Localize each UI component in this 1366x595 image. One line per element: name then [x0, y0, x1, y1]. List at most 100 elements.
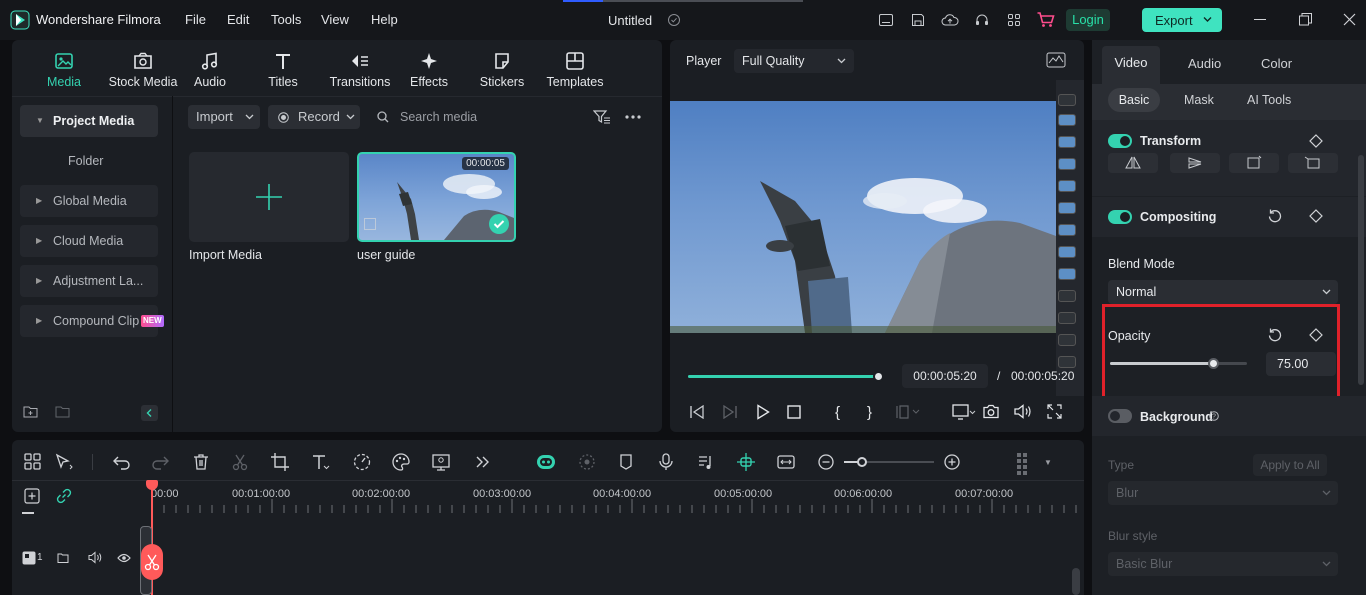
- frame-marker[interactable]: [1058, 312, 1076, 324]
- play-icon[interactable]: [756, 404, 770, 420]
- sidebar-item-compound-clip[interactable]: ▶ Compound Clip NEW: [20, 305, 164, 337]
- opacity-slider-knob[interactable]: [1207, 358, 1219, 369]
- layout-options-icon[interactable]: [1014, 452, 1034, 475]
- playback-scrubber[interactable]: [873, 371, 884, 382]
- snapshot-icon[interactable]: [983, 404, 999, 419]
- insert-clip-icon[interactable]: [896, 405, 920, 419]
- crop-icon[interactable]: [270, 452, 290, 472]
- crop-button[interactable]: [1288, 153, 1338, 173]
- new-folder-icon[interactable]: [23, 405, 39, 419]
- record-dropdown[interactable]: Record: [268, 105, 360, 129]
- fullscreen-icon[interactable]: [1047, 404, 1062, 419]
- keyframe-diamond-icon[interactable]: [1309, 134, 1323, 148]
- video-preview[interactable]: [670, 101, 1056, 333]
- login-button[interactable]: Login: [1066, 9, 1110, 31]
- subtab-ai-tools[interactable]: AI Tools: [1247, 93, 1291, 107]
- frame-marker[interactable]: [1058, 180, 1076, 192]
- project-title[interactable]: Untitled: [608, 13, 652, 28]
- menu-view[interactable]: View: [321, 12, 349, 27]
- layout-icon[interactable]: [878, 12, 894, 28]
- color-palette-icon[interactable]: [391, 452, 411, 472]
- import-dropdown[interactable]: Import: [188, 105, 260, 129]
- tab-templates[interactable]: Templates: [540, 46, 610, 94]
- restore-button[interactable]: [1299, 13, 1312, 26]
- panel-scrollbar[interactable]: [1358, 155, 1364, 385]
- tab-stock-media[interactable]: Stock Media: [102, 46, 184, 94]
- more-tools-icon[interactable]: [472, 452, 492, 472]
- zoom-out-icon[interactable]: [816, 452, 836, 472]
- ai-portrait-icon[interactable]: [431, 452, 451, 472]
- frame-marker[interactable]: [1058, 94, 1076, 106]
- mark-in-icon[interactable]: {: [835, 404, 840, 421]
- clip-thumbnail[interactable]: 00:00:05: [357, 152, 516, 242]
- tab-media[interactable]: Media: [29, 46, 99, 94]
- sidebar-item-project-media[interactable]: ▼ Project Media: [20, 105, 158, 137]
- tab-titles[interactable]: Titles: [248, 46, 318, 94]
- blur-style-dropdown[interactable]: Basic Blur: [1108, 552, 1338, 576]
- waveform-monitor-icon[interactable]: [1046, 52, 1066, 68]
- subtab-basic[interactable]: Basic: [1108, 88, 1160, 112]
- sidebar-item-cloud-media[interactable]: ▶ Cloud Media: [20, 225, 158, 257]
- tab-stickers[interactable]: Stickers: [467, 46, 537, 94]
- frame-marker[interactable]: [1058, 114, 1076, 126]
- export-button[interactable]: Export: [1142, 8, 1222, 32]
- sidebar-item-global-media[interactable]: ▶ Global Media: [20, 185, 158, 217]
- display-settings-icon[interactable]: [952, 404, 976, 420]
- save-icon[interactable]: [910, 12, 926, 28]
- caret-down-icon[interactable]: ▼: [1044, 458, 1052, 467]
- tab-audio[interactable]: Audio: [175, 46, 245, 94]
- current-time-display[interactable]: 00:00:05:20: [902, 364, 988, 388]
- more-options-icon[interactable]: [625, 115, 641, 119]
- tab-audio[interactable]: Audio: [1188, 56, 1221, 71]
- add-track-icon[interactable]: [24, 488, 40, 504]
- ai-robot-icon[interactable]: [536, 452, 556, 472]
- close-button[interactable]: [1343, 13, 1356, 26]
- layout-grid-icon[interactable]: [23, 452, 43, 472]
- zoom-in-icon[interactable]: [942, 452, 962, 472]
- microphone-icon[interactable]: [656, 452, 676, 472]
- snap-icon[interactable]: [736, 452, 756, 472]
- opacity-value-input[interactable]: 75.00: [1266, 352, 1336, 376]
- cart-icon[interactable]: [1036, 11, 1056, 29]
- cloud-upload-icon[interactable]: [941, 12, 959, 28]
- opacity-slider[interactable]: [1110, 358, 1247, 369]
- zoom-slider-knob[interactable]: [857, 457, 867, 467]
- folder-icon[interactable]: [55, 405, 71, 419]
- select-tool-icon[interactable]: [54, 452, 74, 472]
- import-media-tile[interactable]: [189, 152, 349, 242]
- menu-file[interactable]: File: [185, 12, 206, 27]
- help-icon[interactable]: ?: [1209, 411, 1219, 421]
- frame-marker[interactable]: [1058, 136, 1076, 148]
- tab-transitions[interactable]: Transitions: [320, 46, 400, 94]
- timeline-scrollbar[interactable]: [1072, 568, 1080, 595]
- tab-video[interactable]: Video: [1102, 46, 1160, 84]
- apps-grid-icon[interactable]: [1006, 12, 1022, 28]
- sidebar-item-folder[interactable]: Folder: [68, 154, 103, 168]
- keyframe-diamond-icon[interactable]: [1309, 209, 1323, 223]
- speed-icon[interactable]: [352, 452, 372, 472]
- stop-icon[interactable]: [787, 405, 801, 419]
- undo-icon[interactable]: [112, 452, 132, 472]
- playback-progress-track[interactable]: [688, 371, 884, 382]
- volume-icon[interactable]: [1014, 404, 1032, 419]
- marker-icon[interactable]: [616, 452, 636, 472]
- text-tool-icon[interactable]: [310, 452, 330, 472]
- frame-marker[interactable]: [1058, 334, 1076, 346]
- menu-help[interactable]: Help: [371, 12, 398, 27]
- frame-marker[interactable]: [1058, 202, 1076, 214]
- flip-horizontal-button[interactable]: [1108, 153, 1158, 173]
- search-input[interactable]: Search media: [400, 110, 550, 124]
- type-dropdown[interactable]: Blur: [1108, 481, 1338, 505]
- transform-toggle[interactable]: [1108, 134, 1132, 148]
- flip-vertical-button[interactable]: [1170, 153, 1220, 173]
- quality-dropdown[interactable]: Full Quality: [734, 49, 854, 73]
- redo-icon[interactable]: [150, 452, 170, 472]
- minimize-button[interactable]: [1254, 19, 1266, 20]
- collapse-sidebar-button[interactable]: [141, 405, 158, 421]
- next-frame-icon[interactable]: [722, 405, 738, 419]
- background-toggle[interactable]: [1108, 409, 1132, 423]
- audio-mix-icon[interactable]: [696, 452, 716, 472]
- rotate-button[interactable]: [1229, 153, 1279, 173]
- blend-mode-dropdown[interactable]: Normal: [1108, 280, 1338, 304]
- link-icon[interactable]: [56, 488, 72, 504]
